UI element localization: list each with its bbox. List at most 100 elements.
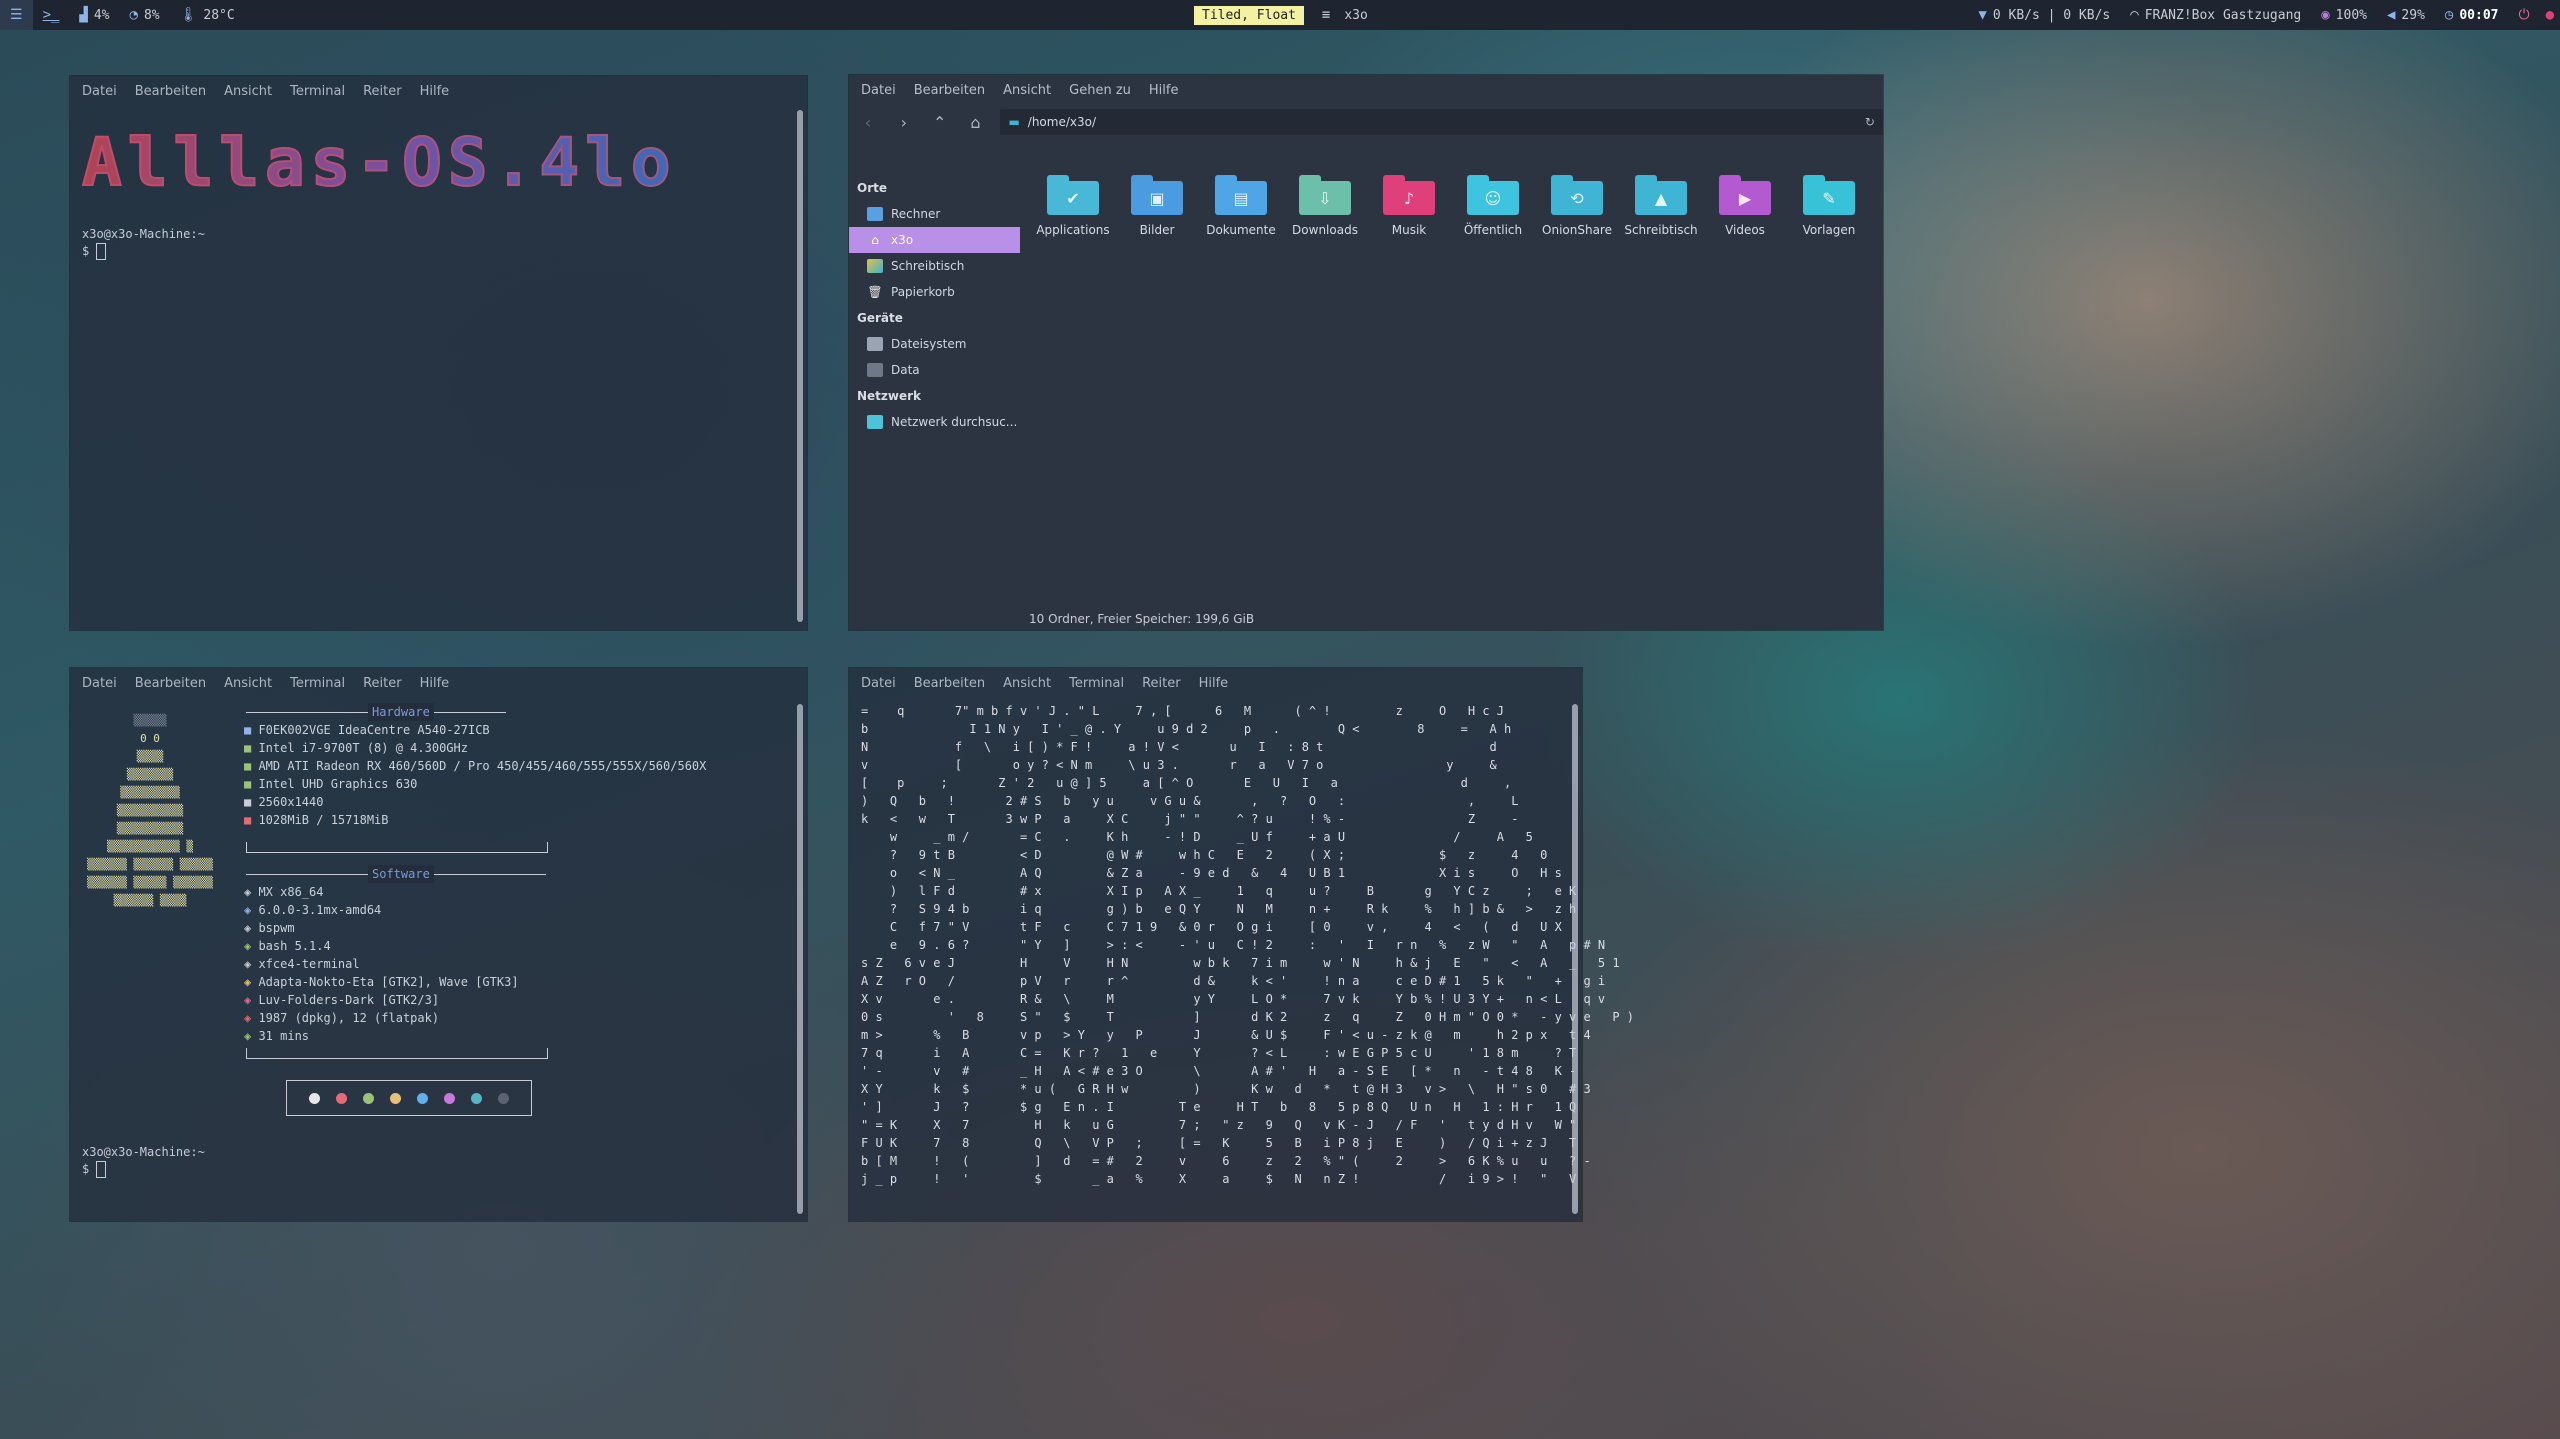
terminal-window-3[interactable]: Datei Bearbeiten Ansicht Terminal Reiter…	[849, 668, 1634, 1221]
menu-hilfe[interactable]: Hilfe	[1199, 676, 1229, 691]
palette-swatch	[471, 1092, 482, 1104]
scrollbar[interactable]	[1572, 704, 1578, 1214]
reload-icon[interactable]: ↻	[1865, 115, 1875, 129]
power-button[interactable]: ⏻	[2508, 0, 2539, 30]
prompt-host: x3o@x3o-Machine:~	[82, 227, 205, 241]
menu-terminal[interactable]: Terminal	[290, 676, 345, 691]
menu-bearbeiten[interactable]: Bearbeiten	[135, 676, 206, 691]
hardware-row: ■ 1028MiB / 15718MiB	[244, 811, 706, 829]
clock-value: 00:07	[2459, 7, 2499, 23]
menu-datei[interactable]: Datei	[82, 84, 117, 99]
palette-swatch	[444, 1092, 455, 1104]
menu-launcher[interactable]: ☰	[0, 0, 33, 30]
folder-item[interactable]: ⟲ OnionShare	[1535, 175, 1619, 237]
terminal-launcher[interactable]: >_	[33, 0, 70, 30]
menu-reiter[interactable]: Reiter	[1142, 676, 1181, 691]
folder-item[interactable]: ▣ Bilder	[1115, 175, 1199, 237]
software-icon: ◈	[244, 885, 259, 899]
hardware-icon: ■	[244, 723, 259, 737]
folder-item[interactable]: ☺ Öffentlich	[1451, 175, 1535, 237]
file-manager-window[interactable]: Datei Bearbeiten Ansicht Gehen zu Hilfe …	[849, 75, 1883, 630]
sidebar-item-x3o[interactable]: ⌂ x3o	[849, 227, 1020, 253]
hardware-row: ■ AMD ATI Radeon RX 460/560D / Pro 450/4…	[244, 757, 706, 775]
sidebar-item-schreibtisch[interactable]: Schreibtisch	[849, 253, 1024, 279]
prompt-symbol: $	[82, 244, 90, 258]
forward-button[interactable]: ›	[893, 113, 915, 132]
matrix-line: X Y k $ * u ( G R H w ) K w d * t @ H 3 …	[861, 1082, 1591, 1096]
terminal-window-2[interactable]: Datei Bearbeiten Ansicht Terminal Reiter…	[70, 668, 807, 1221]
sidebar-header-netzwerk: Netzwerk	[857, 389, 922, 403]
folder-item[interactable]: ▤ Dokumente	[1199, 175, 1283, 237]
sidebar-item-label: Netzwerk durchsuc...	[891, 415, 1018, 429]
menu-ansicht[interactable]: Ansicht	[224, 676, 272, 691]
menu-reiter[interactable]: Reiter	[363, 676, 402, 691]
folder-item[interactable]: ⇩ Downloads	[1283, 175, 1367, 237]
scrollbar[interactable]	[797, 704, 803, 1214]
software-value: bspwm	[258, 921, 295, 935]
software-row: ◈ bash 5.1.4	[244, 937, 519, 955]
temp-indicator: 🌡 28°C	[170, 0, 245, 30]
layout-mode-badge: Tiled, Float	[1194, 5, 1304, 25]
hardware-row: ■ Intel i7-9700T (8) @ 4.300GHz	[244, 739, 706, 757]
fm-menu-hilfe[interactable]: Hilfe	[1149, 83, 1179, 98]
fm-menu-ansicht[interactable]: Ansicht	[1003, 83, 1051, 98]
menu-hilfe[interactable]: Hilfe	[420, 84, 450, 99]
brightness-indicator[interactable]: ◉ 100%	[2311, 0, 2377, 30]
speaker-icon: ◀	[2386, 7, 2396, 23]
folder-label: Dokumente	[1206, 223, 1276, 237]
palette-swatch	[417, 1092, 428, 1104]
matrix-line: k < w T 3 w P a X C j " " ^ ? u ! % - Z …	[861, 812, 1519, 826]
notification-button[interactable]: ●	[2540, 0, 2560, 30]
prompt-symbol: $	[82, 1162, 90, 1176]
terminal-window-1[interactable]: Datei Bearbeiten Ansicht Terminal Reiter…	[70, 76, 807, 630]
folder-icon: ⟲	[1551, 175, 1603, 215]
home-button[interactable]: ⌂	[965, 113, 987, 132]
folder-grid: ✔ Applications ▣ Bilder ▤ Dokumente ⇩ Downloads…	[1031, 175, 1871, 237]
up-button[interactable]: ⌃	[929, 113, 951, 132]
matrix-line: " = K X 7 H k u G 7 ; " z 9 Q v K - J / …	[861, 1118, 1577, 1132]
fm-menu-gehen-zu[interactable]: Gehen zu	[1069, 83, 1131, 98]
fm-menu-datei[interactable]: Datei	[861, 83, 896, 98]
wifi-indicator[interactable]: ◠ FRANZ!Box Gastzugang	[2120, 0, 2311, 30]
menu-reiter[interactable]: Reiter	[363, 84, 402, 99]
software-row: ◈ MX x86_64	[244, 883, 519, 901]
volume-indicator[interactable]: ◀ 29%	[2377, 0, 2435, 30]
menu-bearbeiten[interactable]: Bearbeiten	[914, 676, 985, 691]
folder-item[interactable]: ♪ Musik	[1367, 175, 1451, 237]
menu-bearbeiten[interactable]: Bearbeiten	[135, 84, 206, 99]
folder-item[interactable]: ✎ Vorlagen	[1787, 175, 1871, 237]
menu-terminal[interactable]: Terminal	[1069, 676, 1124, 691]
folder-item[interactable]: ▶ Videos	[1703, 175, 1787, 237]
network-down-icon: ▼	[1978, 7, 1987, 23]
palette-swatch	[309, 1092, 320, 1104]
matrix-line: v [ o y ? < N m \ u 3 . r a V 7 o y &	[861, 758, 1497, 772]
fm-menu-bearbeiten[interactable]: Bearbeiten	[914, 83, 985, 98]
menu-ansicht[interactable]: Ansicht	[1003, 676, 1051, 691]
matrix-line: C f 7 " V t F c C 7 1 9 & 0 r O g i [ 0 …	[861, 920, 1562, 934]
sidebar-item-rechner[interactable]: Rechner	[849, 201, 1024, 227]
sidebar-item-dateisystem[interactable]: Dateisystem	[849, 331, 1024, 357]
hardware-icon: ■	[244, 777, 259, 791]
menu-hilfe[interactable]: Hilfe	[420, 676, 450, 691]
folder-item[interactable]: ▲ Schreibtisch	[1619, 175, 1703, 237]
sidebar-item-netzwerk[interactable]: Netzwerk durchsuc...	[849, 409, 1024, 435]
matrix-line: [ p ; Z ' 2 u @ ] 5 a [ ^ O E U I a d ,	[861, 776, 1512, 790]
sidebar-item-data[interactable]: Data	[849, 357, 1024, 383]
sidebar-item-papierkorb[interactable]: 🗑 Papierkorb	[849, 279, 1024, 305]
matrix-line: ? 9 t B < D @ W # w h C E 2 ( X ; $ z 4 …	[861, 848, 1548, 862]
places-sidebar: Orte Rechner ⌂ x3o Schreibtisch 🗑 Papierko…	[849, 175, 1024, 435]
menu-ansicht[interactable]: Ansicht	[224, 84, 272, 99]
menu-datei[interactable]: Datei	[82, 676, 117, 691]
menu-datei[interactable]: Datei	[861, 676, 896, 691]
menu-terminal[interactable]: Terminal	[290, 84, 345, 99]
clock: ◷ 00:07	[2435, 0, 2509, 30]
software-value: Luv-Folders-Dark [GTK2/3]	[258, 993, 440, 1007]
folder-item[interactable]: ✔ Applications	[1031, 175, 1115, 237]
location-bar[interactable]: ▬ /home/x3o/ ↻	[1000, 109, 1883, 135]
folder-label: Vorlagen	[1802, 223, 1856, 237]
scrollbar[interactable]	[797, 110, 803, 622]
palette-swatch	[390, 1092, 401, 1104]
hardware-row: ■ F0EK002VGE IdeaCentre A540-27ICB	[244, 721, 706, 739]
back-button[interactable]: ‹	[857, 113, 879, 132]
text-cursor	[96, 243, 107, 260]
